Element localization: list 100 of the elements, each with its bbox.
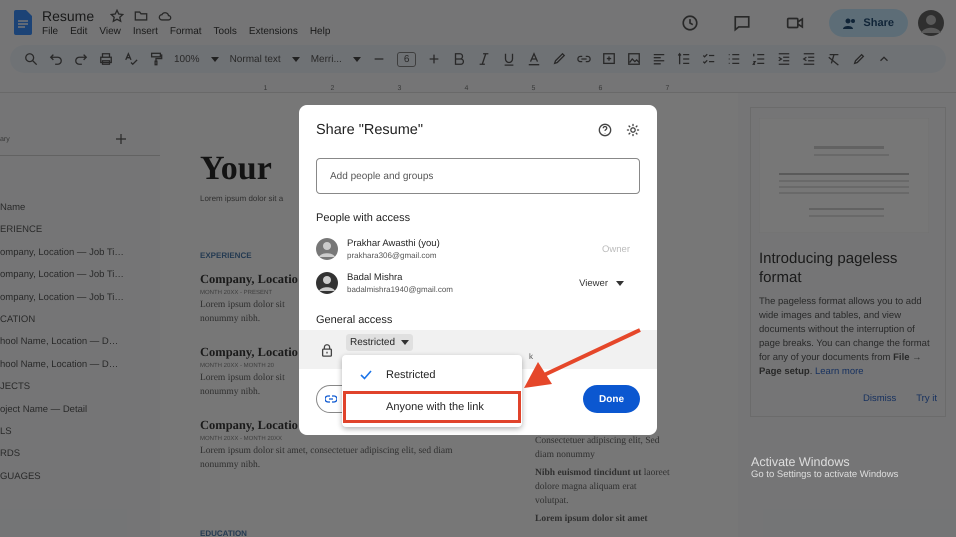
help-icon[interactable]	[598, 123, 612, 137]
numbered-list-icon[interactable]	[752, 52, 766, 66]
menu-item[interactable]: Help	[310, 26, 330, 37]
add-people-field[interactable]: Add people and groups	[316, 158, 640, 194]
redo-icon[interactable]	[74, 52, 88, 66]
entry-text: nonummy nibh.	[200, 459, 260, 472]
menu-item[interactable]: Format	[170, 26, 202, 37]
role-label[interactable]: Viewer	[573, 276, 630, 290]
caret-icon	[210, 56, 219, 62]
text-color-icon[interactable]	[527, 52, 542, 66]
zoom-select[interactable]: 100%	[174, 54, 200, 64]
avatar	[316, 238, 338, 260]
outline-item[interactable]: ompany, Location — Job Ti…	[0, 269, 160, 292]
section-heading: People with access	[316, 212, 412, 224]
menu-item[interactable]: File	[42, 26, 58, 37]
outline-item[interactable]: JECTS	[0, 381, 160, 404]
comment-add-icon[interactable]	[602, 52, 616, 66]
outline-item[interactable]: Name	[0, 202, 160, 224]
outdent-icon[interactable]	[802, 52, 816, 66]
cloud-icon[interactable]	[158, 9, 172, 23]
entry-title: Company, Locatio	[200, 345, 298, 360]
outline-item[interactable]: CATION	[0, 314, 160, 336]
share-button[interactable]: Share	[829, 8, 908, 36]
menu-item[interactable]: Extensions	[248, 26, 298, 37]
pencil-icon[interactable]	[852, 52, 866, 66]
outline-item[interactable]: ompany, Location — Job Ti…	[0, 246, 160, 270]
plus-icon[interactable]	[427, 52, 442, 66]
undo-icon[interactable]	[49, 52, 63, 66]
people-icon	[843, 16, 858, 28]
clear-format-icon[interactable]	[827, 52, 842, 66]
image-icon[interactable]	[627, 52, 642, 66]
section-heading: EDUCATION	[200, 529, 247, 537]
star-icon[interactable]	[110, 9, 124, 23]
entry-text: nonummy nibh.	[200, 313, 260, 326]
line-spacing-icon[interactable]	[677, 52, 692, 66]
spellcheck-icon[interactable]	[124, 52, 138, 66]
outline-item[interactable]: oject Name — Detail	[0, 404, 160, 426]
print-icon[interactable]	[99, 52, 113, 66]
checklist-icon[interactable]	[702, 52, 716, 66]
menu-item[interactable]: View	[99, 26, 121, 37]
entry-title: Company, Locatio	[200, 418, 298, 433]
lock-icon	[320, 342, 334, 356]
bold-icon[interactable]	[452, 52, 466, 66]
font-size-field[interactable]: 6	[396, 52, 416, 66]
person-email: badalmishra1940@gmail.com	[347, 285, 454, 294]
side-text: Nibh euismod tincidunt ut laoreet dolore magna aliquam erat volutpat.	[535, 468, 670, 506]
style-select[interactable]: Normal text	[230, 54, 281, 64]
add-button[interactable]	[116, 131, 126, 147]
person-email: prakhara306@gmail.com	[347, 251, 438, 260]
entry-text: Lorem ipsum dolor sit	[200, 299, 285, 312]
outline-item[interactable]: RDS	[0, 448, 160, 471]
outline-item[interactable]: ERIENCE	[0, 224, 160, 247]
check-icon	[360, 370, 372, 380]
search-icon[interactable]	[24, 52, 38, 66]
side-text: Lorem ipsum dolor sit amet	[535, 514, 648, 524]
outline-item[interactable]: GUAGES	[0, 470, 160, 494]
link-icon	[325, 395, 337, 403]
font-select[interactable]: Merri...	[310, 54, 342, 64]
done-button[interactable]: Done	[583, 385, 640, 413]
settings-icon[interactable]	[626, 123, 640, 137]
underline-icon[interactable]	[502, 52, 516, 66]
activation-title: Activate Windows	[751, 455, 851, 469]
learn-more-link[interactable]: Learn more	[814, 366, 864, 377]
caret-icon	[352, 56, 361, 62]
outline-item[interactable]: LS	[0, 426, 160, 448]
profile-avatar[interactable]	[918, 10, 944, 36]
history-icon[interactable]	[681, 14, 700, 32]
paint-format-icon[interactable]	[149, 52, 163, 66]
access-description: k	[529, 352, 534, 361]
caret-icon	[616, 280, 624, 286]
promo-action-button[interactable]: Dismiss	[862, 393, 896, 404]
folder-icon[interactable]	[134, 9, 148, 23]
menu-option[interactable]: Restricted	[343, 359, 521, 391]
outline-item[interactable]: ompany, Location — Job Ti…	[0, 292, 160, 314]
comment-icon[interactable]	[733, 14, 752, 32]
menu-item[interactable]: Tools	[214, 26, 237, 37]
intro-text: Lorem ipsum dolor sit a	[200, 194, 284, 203]
role-label: Owner	[602, 244, 630, 254]
bulleted-list-icon[interactable]	[727, 52, 742, 66]
outline-item[interactable]: hool Name, Location — D…	[0, 358, 160, 382]
menu-item[interactable]: Edit	[70, 26, 88, 37]
access-dropdown[interactable]: Restricted	[346, 334, 414, 351]
indent-icon[interactable]	[777, 52, 792, 66]
entry-title: Company, Locatio	[200, 272, 298, 287]
side-text: Consectetuer adipiscing elit, Sed diam nonummy	[535, 436, 660, 460]
avatar	[316, 272, 338, 294]
document-heading: Your	[200, 150, 272, 188]
highlighter-icon[interactable]	[552, 52, 566, 66]
promo-title: Introducing pageless format	[759, 249, 898, 287]
promo-text: The pageless format allows you to add wide images and tables, and view documents without the interruption of page breaks. You can change the format for any of your documents from File → Page setup. Learn more	[759, 295, 931, 379]
person-name: Prakhar Awasthi (you)	[347, 238, 441, 249]
italic-icon[interactable]	[477, 52, 492, 66]
menu-item[interactable]: Insert	[132, 26, 158, 37]
promo-action-button[interactable]: Try it	[916, 393, 937, 404]
document-title[interactable]: Resume	[42, 8, 94, 24]
align-icon[interactable]	[652, 52, 666, 66]
outline-item[interactable]: hool Name, Location — D…	[0, 336, 160, 359]
activation-text: Go to Settings to activate Windows	[751, 469, 898, 480]
docs-logo-icon[interactable]	[14, 10, 32, 35]
menu-option[interactable]: Anyone with the link	[343, 391, 521, 423]
